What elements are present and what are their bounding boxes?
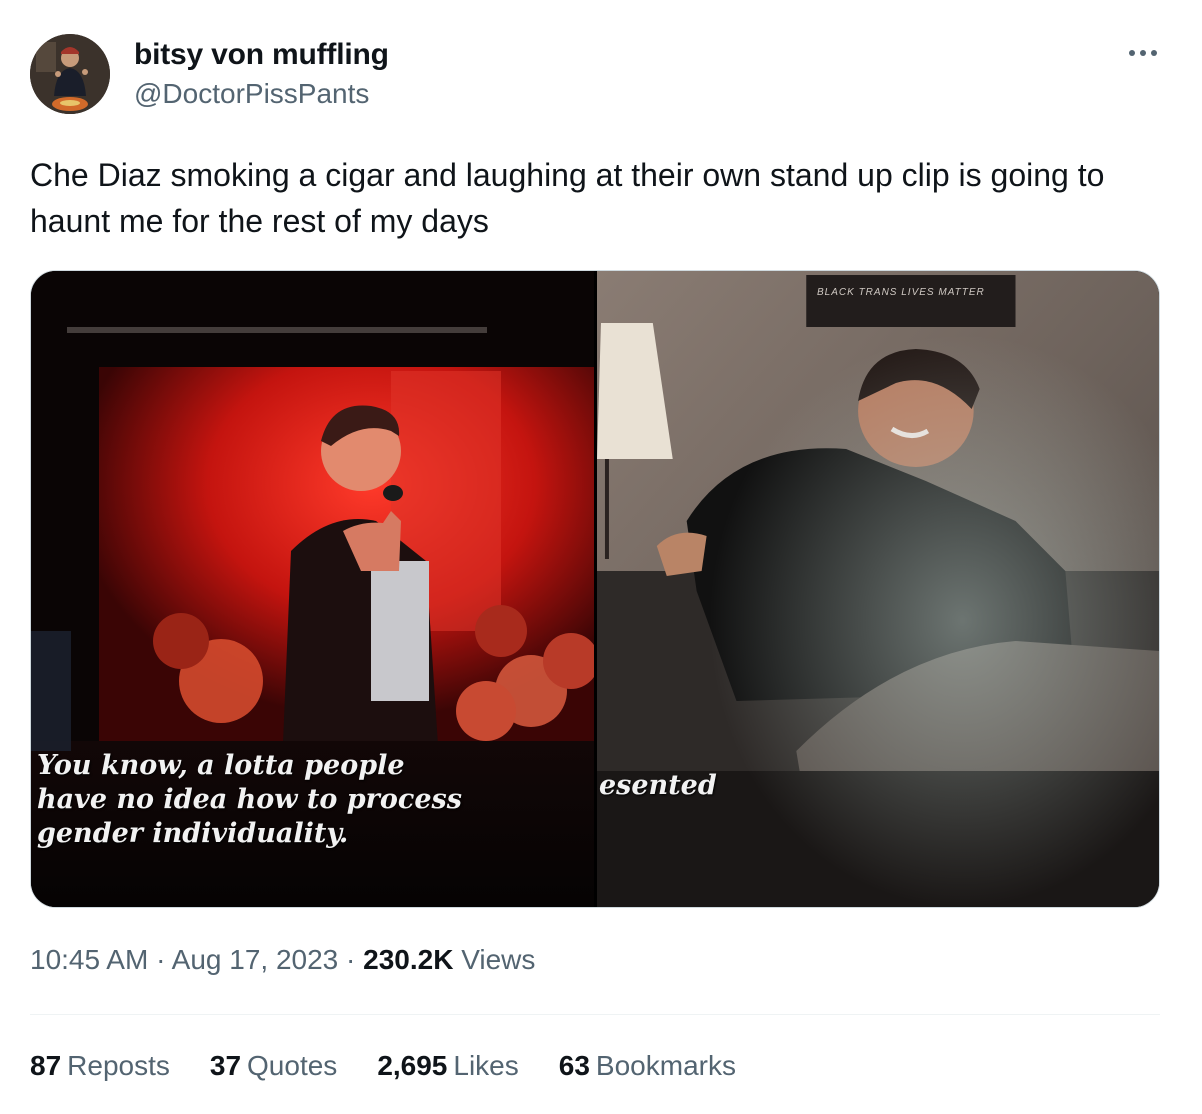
sign-text: BLACK TRANS LIVES MATTER — [817, 287, 985, 298]
photo-standup[interactable]: You know, a lotta people have no idea ho… — [31, 271, 594, 907]
media-grid: You know, a lotta people have no idea ho… — [30, 270, 1160, 908]
more-horizontal-icon-dot — [1151, 50, 1157, 56]
bookmarks-count: 63 — [558, 1050, 590, 1081]
avatar[interactable] — [30, 34, 110, 114]
subtitle-line: You know, a lotta people — [37, 750, 405, 781]
reposts-count: 87 — [30, 1050, 62, 1081]
likes-stat[interactable]: 2,695 Likes — [377, 1050, 518, 1082]
reposts-label: Reposts — [67, 1050, 170, 1081]
quotes-count: 37 — [209, 1050, 242, 1081]
tweet-meta: 10:45 AM · Aug 17, 2023 · 230.2K Views — [30, 944, 535, 976]
photo-laughing[interactable]: BLACK TRANS LIVES MATTER esented — [597, 271, 1159, 907]
meta-separator: · — [156, 944, 166, 975]
subtitle-caption-left: You know, a lotta people have no idea ho… — [37, 749, 557, 851]
quotes-label: Quotes — [247, 1050, 338, 1081]
display-name[interactable]: bitsy von muffling — [134, 38, 389, 72]
laughing-image — [597, 271, 1159, 907]
likes-count: 2,695 — [377, 1050, 448, 1081]
tweet-time[interactable]: 10:45 AM — [30, 944, 148, 975]
meta-separator: · — [346, 944, 356, 975]
more-horizontal-icon — [1129, 50, 1135, 56]
likes-label: Likes — [453, 1050, 519, 1081]
subtitle-line: gender individuality. — [37, 818, 349, 849]
avatar-image — [30, 34, 110, 114]
quotes-stat[interactable]: 37 Quotes — [210, 1050, 337, 1082]
tweet-text: Che Diaz smoking a cigar and laughing at… — [30, 157, 1105, 239]
engagement-stats: 87 Reposts 37 Quotes 2,695 Likes 63 Bookmark… — [30, 1050, 736, 1082]
subtitle-line: have no idea how to process — [37, 784, 462, 815]
more-options-button[interactable] — [1122, 40, 1164, 66]
views-label: Views — [461, 944, 536, 975]
more-horizontal-icon-dot — [1140, 50, 1146, 56]
reposts-stat[interactable]: 87 Reposts — [30, 1050, 170, 1082]
divider — [30, 1014, 1160, 1015]
user-handle[interactable]: @DoctorPissPants — [134, 78, 369, 110]
tweet-card: bitsy von muffling @DoctorPissPants Che … — [0, 0, 1202, 1114]
tweet-date[interactable]: Aug 17, 2023 — [172, 944, 339, 975]
views-count: 230.2K — [363, 944, 454, 975]
subtitle-caption-right: esented — [599, 770, 717, 801]
bookmarks-label: Bookmarks — [595, 1050, 736, 1081]
bookmarks-stat[interactable]: 63 Bookmarks — [559, 1050, 736, 1082]
